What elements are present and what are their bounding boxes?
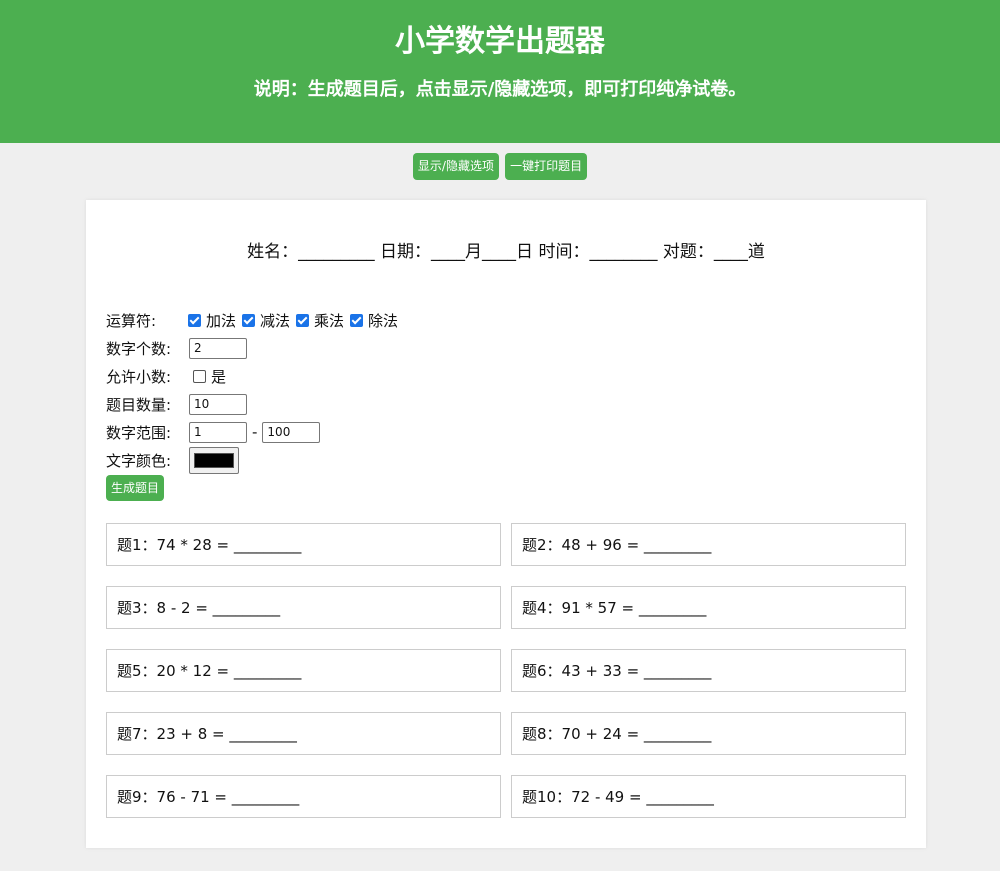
- multiply-label: 乘法: [314, 311, 345, 330]
- subtract-checkbox[interactable]: [242, 313, 256, 327]
- allow-decimal-label: 允许小数:: [106, 367, 172, 386]
- question-item: 题3：8 - 2 = _________: [106, 586, 501, 629]
- question-item: 题2：48 + 96 = _________: [511, 523, 906, 566]
- operator-subtract[interactable]: 减法: [240, 310, 290, 331]
- range-row: 数字范围: 1 - 100: [106, 418, 402, 446]
- question-item: 题8：70 + 24 = _________: [511, 712, 906, 755]
- print-button[interactable]: 一键打印题目: [505, 153, 588, 180]
- allow-decimal-option: 是: [211, 367, 227, 386]
- range-separator: -: [252, 423, 258, 441]
- question-count-label: 题目数量:: [106, 395, 172, 414]
- question-item: 题10：72 - 49 = _________: [511, 775, 906, 818]
- operator-add[interactable]: 加法: [186, 310, 236, 331]
- question-count-row: 题目数量: 10: [106, 390, 402, 418]
- page-subtitle: 说明：生成题目后，点击显示/隐藏选项，即可打印纯净试卷。: [253, 79, 747, 100]
- question-count-input[interactable]: 10: [189, 393, 247, 415]
- divide-label: 除法: [368, 311, 399, 330]
- question-item: 题9：76 - 71 = _________: [106, 775, 501, 818]
- question-item: 题5：20 * 12 = _________: [106, 649, 501, 692]
- question-item: 题6：43 + 33 = _________: [511, 649, 906, 692]
- worksheet-paper: 姓名：_________ 日期：____月____日 时间：________ 对…: [86, 200, 926, 848]
- allow-decimal-row: 允许小数: 是: [106, 362, 402, 390]
- operators-label: 运算符:: [106, 311, 157, 330]
- num-count-input[interactable]: 2: [189, 337, 247, 359]
- color-swatch-fill: [194, 452, 234, 468]
- operators-row: 运算符: 加法 减法 乘法 除法: [106, 306, 402, 334]
- toolbar: 显示/隐藏选项 一键打印题目: [0, 143, 1000, 200]
- multiply-checkbox[interactable]: [296, 313, 310, 327]
- generate-button[interactable]: 生成题目: [106, 475, 165, 501]
- range-min-input[interactable]: 1: [189, 421, 247, 443]
- toggle-options-button[interactable]: 显示/隐藏选项: [412, 153, 499, 180]
- divide-checkbox[interactable]: [350, 313, 364, 327]
- question-item: 题1：74 * 28 = _________: [106, 523, 501, 566]
- num-count-row: 数字个数: 2: [106, 334, 402, 362]
- operator-divide[interactable]: 除法: [348, 310, 398, 331]
- num-count-label: 数字个数:: [106, 339, 172, 358]
- generate-row: 生成题目: [106, 474, 402, 502]
- question-item: 题7：23 + 8 = _________: [106, 712, 501, 755]
- page-title: 小学数学出题器: [395, 24, 605, 59]
- add-checkbox[interactable]: [188, 313, 201, 327]
- operator-multiply[interactable]: 乘法: [294, 310, 344, 331]
- text-color-picker[interactable]: [189, 446, 239, 474]
- options-panel: 运算符: 加法 减法 乘法 除法 数字个数: 2 允许小数: 是 题目数量: 1…: [106, 306, 402, 502]
- subtract-label: 减法: [260, 311, 291, 330]
- questions-grid: 题1：74 * 28 = _________ 题2：48 + 96 = _____…: [106, 523, 906, 818]
- allow-decimal-checkbox[interactable]: [193, 369, 206, 383]
- range-max-input[interactable]: 100: [262, 421, 321, 443]
- text-color-label: 文字颜色:: [106, 451, 172, 470]
- question-item: 题4：91 * 57 = _________: [511, 586, 906, 629]
- range-label: 数字范围:: [106, 423, 172, 442]
- page-header: 小学数学出题器 说明：生成题目后，点击显示/隐藏选项，即可打印纯净试卷。: [0, 0, 1000, 143]
- student-info-line: 姓名：_________ 日期：____月____日 时间：________ 对…: [247, 242, 765, 262]
- text-color-row: 文字颜色:: [106, 446, 402, 474]
- add-label: 加法: [206, 311, 237, 330]
